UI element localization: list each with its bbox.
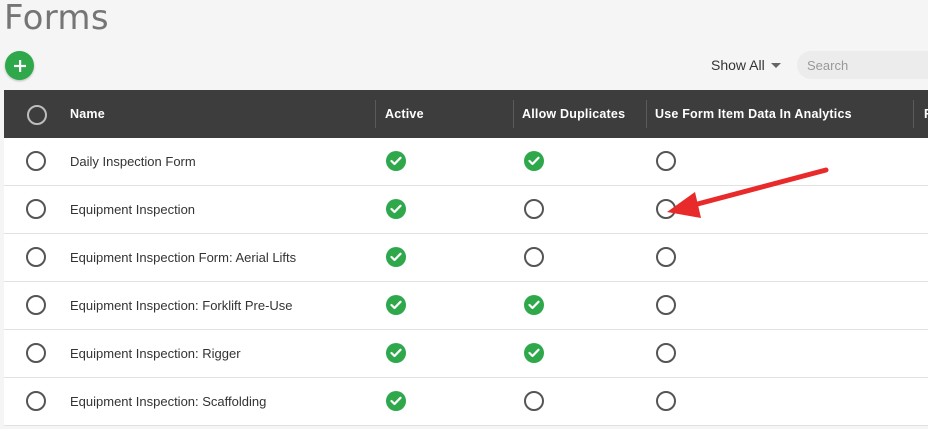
active-check-icon[interactable] (386, 343, 406, 363)
allow-duplicates-check-icon[interactable] (524, 343, 544, 363)
allow-duplicates-empty-radio[interactable] (524, 247, 544, 267)
column-header-active[interactable]: Active (385, 90, 424, 138)
use-in-analytics-empty-radio[interactable] (656, 151, 676, 171)
table-body: Daily Inspection Form Equipment Inspectio… (4, 138, 928, 426)
add-form-button[interactable] (5, 51, 34, 80)
filter-label: Show All (711, 57, 765, 73)
allow-duplicates-check-icon[interactable] (524, 151, 544, 171)
row-select-radio[interactable] (26, 199, 46, 219)
checkmark-icon (390, 156, 402, 166)
active-check-icon[interactable] (386, 199, 406, 219)
column-divider (913, 100, 914, 128)
use-in-analytics-empty-radio[interactable] (656, 295, 676, 315)
form-name[interactable]: Equipment Inspection Form: Aerial Lifts (70, 234, 296, 281)
table-row[interactable]: Equipment Inspection (4, 186, 928, 234)
checkmark-icon (528, 156, 540, 166)
page-title: Forms (4, 0, 109, 38)
active-check-icon[interactable] (386, 295, 406, 315)
row-select-radio[interactable] (26, 343, 46, 363)
allow-duplicates-empty-radio[interactable] (524, 199, 544, 219)
active-check-icon[interactable] (386, 391, 406, 411)
row-select-radio[interactable] (26, 247, 46, 267)
column-divider (513, 100, 514, 128)
form-name[interactable]: Equipment Inspection: Forklift Pre-Use (70, 282, 293, 329)
row-select-radio[interactable] (26, 151, 46, 171)
row-select-radio[interactable] (26, 391, 46, 411)
select-all-radio[interactable] (27, 105, 47, 125)
row-select-radio[interactable] (26, 295, 46, 315)
checkmark-icon (390, 396, 402, 406)
table-row[interactable]: Equipment Inspection: Rigger (4, 330, 928, 378)
column-header-truncated[interactable]: F (924, 90, 928, 138)
table-row[interactable]: Equipment Inspection Form: Aerial Lifts (4, 234, 928, 282)
form-name[interactable]: Equipment Inspection: Rigger (70, 330, 241, 377)
checkmark-icon (528, 348, 540, 358)
column-header-name[interactable]: Name (70, 90, 105, 138)
table-header: Name Active Allow Duplicates Use Form It… (4, 90, 928, 138)
table-row[interactable]: Equipment Inspection: Forklift Pre-Use (4, 282, 928, 330)
show-all-filter[interactable]: Show All (711, 57, 781, 73)
checkmark-icon (528, 300, 540, 310)
chevron-down-icon (770, 63, 781, 68)
forms-table: Name Active Allow Duplicates Use Form It… (4, 90, 928, 426)
use-in-analytics-empty-radio[interactable] (656, 343, 676, 363)
use-in-analytics-empty-radio[interactable] (656, 199, 676, 219)
table-row[interactable]: Equipment Inspection: Scaffolding (4, 378, 928, 426)
use-in-analytics-empty-radio[interactable] (656, 247, 676, 267)
column-header-allow-duplicates[interactable]: Allow Duplicates (522, 90, 625, 138)
column-divider (375, 100, 376, 128)
search-input[interactable] (797, 51, 928, 79)
form-name[interactable]: Daily Inspection Form (70, 138, 196, 185)
active-check-icon[interactable] (386, 151, 406, 171)
column-header-use-in-analytics[interactable]: Use Form Item Data In Analytics (655, 90, 852, 138)
form-name[interactable]: Equipment Inspection (70, 186, 195, 233)
checkmark-icon (390, 348, 402, 358)
checkmark-icon (390, 252, 402, 262)
checkmark-icon (390, 300, 402, 310)
allow-duplicates-empty-radio[interactable] (524, 391, 544, 411)
table-row[interactable]: Daily Inspection Form (4, 138, 928, 186)
column-divider (646, 100, 647, 128)
form-name[interactable]: Equipment Inspection: Scaffolding (70, 378, 266, 425)
allow-duplicates-check-icon[interactable] (524, 295, 544, 315)
active-check-icon[interactable] (386, 247, 406, 267)
use-in-analytics-empty-radio[interactable] (656, 391, 676, 411)
checkmark-icon (390, 204, 402, 214)
plus-icon (13, 59, 26, 72)
